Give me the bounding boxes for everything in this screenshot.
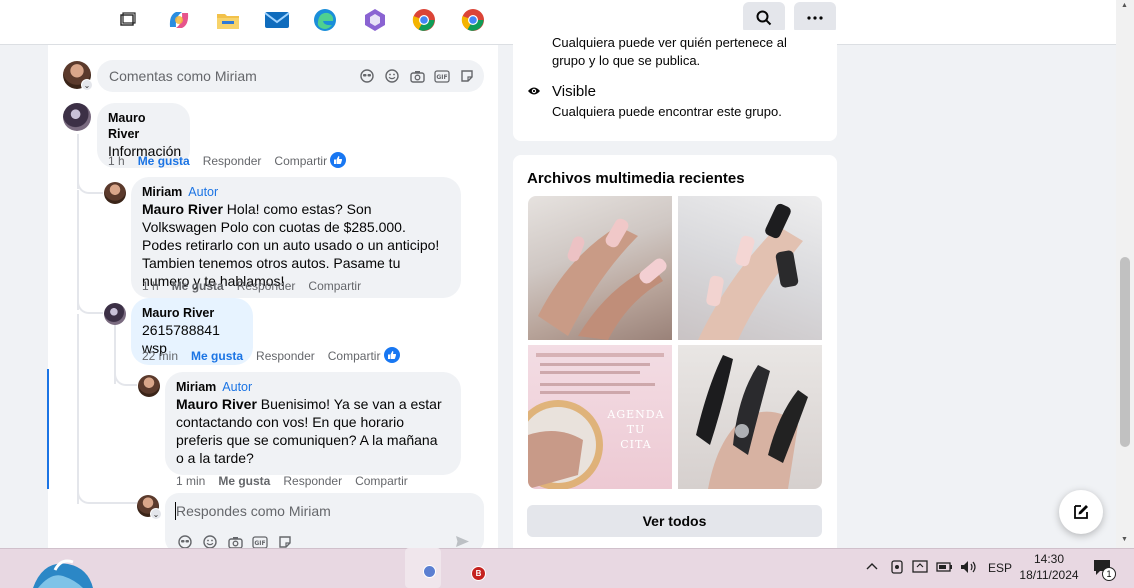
agenda-text: AGENDA TU CITA — [607, 408, 665, 451]
private-description: Cualquiera puede ver quién pertenece al … — [552, 35, 787, 68]
page-scrollbar[interactable]: ▲ ▼ — [1116, 0, 1134, 548]
language-indicator[interactable]: ESP — [988, 561, 1012, 575]
avatar[interactable] — [63, 103, 91, 131]
comment-time[interactable]: 1 h — [142, 279, 159, 293]
avatar-sticker-icon[interactable] — [359, 68, 375, 84]
clock-time: 14:30 — [1033, 552, 1065, 566]
media-title: Archivos multimedia recientes — [527, 170, 745, 187]
media-thumbnail[interactable] — [678, 196, 822, 340]
microsoft-365-icon[interactable] — [362, 8, 388, 32]
search-icon — [756, 10, 772, 26]
gif-icon[interactable]: GIF — [434, 68, 450, 84]
scroll-down-icon[interactable]: ▼ — [1121, 536, 1128, 543]
media-thumbnail[interactable] — [678, 345, 822, 489]
like-button[interactable]: Me gusta — [191, 349, 243, 363]
like-reaction-icon[interactable] — [330, 152, 346, 168]
meet-now-icon[interactable] — [890, 560, 904, 577]
new-message-button[interactable] — [1059, 490, 1103, 534]
comment-author[interactable]: Mauro River — [142, 305, 241, 321]
clock-date: 18/11/2024 — [1019, 568, 1079, 582]
author-badge: Autor — [188, 185, 219, 199]
media-thumbnail[interactable]: AGENDA TU CITA — [528, 345, 672, 489]
scrollbar-thumb[interactable] — [1120, 257, 1130, 447]
profile-badge: B — [471, 566, 486, 581]
reply-placeholder: Respondes como Miriam — [176, 503, 331, 519]
reply-button[interactable]: Responder — [237, 279, 296, 293]
mail-icon[interactable] — [264, 8, 290, 32]
svg-text:GIF: GIF — [436, 74, 447, 81]
thread-connector — [77, 290, 103, 314]
volume-icon[interactable] — [960, 560, 978, 577]
comment-time[interactable]: 22 min — [142, 349, 178, 363]
avatar[interactable] — [138, 375, 160, 397]
see-all-button[interactable]: Ver todos — [527, 505, 822, 537]
like-button[interactable]: Me gusta — [172, 279, 224, 293]
share-button[interactable]: Compartir — [308, 279, 361, 293]
comment-actions: 22 min Me gusta Responder Compartir — [142, 349, 380, 363]
mention-link[interactable]: Mauro River — [176, 396, 257, 412]
avatar[interactable] — [104, 182, 126, 204]
sticker-icon[interactable] — [459, 68, 475, 84]
media-thumbnail[interactable] — [528, 196, 672, 340]
task-view-icon[interactable] — [116, 8, 142, 32]
comment-author[interactable]: Miriam — [142, 185, 182, 199]
comment-actions: 1 h Me gusta Responder Compartir — [142, 279, 361, 293]
share-button[interactable]: Compartir — [355, 474, 408, 488]
comment-actions: 1 h Me gusta Responder Compartir — [108, 154, 327, 168]
like-button[interactable]: Me gusta — [218, 474, 270, 488]
composer-toolbar: GIF — [359, 68, 475, 84]
comment-placeholder: Comentas como Miriam — [109, 68, 257, 84]
file-explorer-icon[interactable] — [215, 8, 241, 32]
comment-time[interactable]: 1 min — [176, 474, 205, 488]
text-cursor — [175, 502, 176, 520]
like-reaction-icon[interactable] — [384, 347, 400, 363]
share-button[interactable]: Compartir — [274, 154, 327, 168]
edge-icon[interactable] — [312, 8, 338, 32]
visibility-title: Visible — [552, 83, 596, 100]
notification-count: 1 — [1102, 567, 1116, 581]
widgets-weather-icon[interactable] — [33, 550, 101, 588]
thread-connector — [77, 484, 137, 504]
chrome-profile-icon[interactable] — [460, 8, 486, 32]
visibility-description: Cualquiera puede encontrar este grupo. — [552, 104, 782, 119]
clock[interactable]: 14:30 18/11/2024 — [1018, 551, 1080, 583]
more-horizontal-icon — [807, 16, 823, 20]
scroll-up-icon[interactable]: ▲ — [1121, 2, 1128, 9]
like-button[interactable]: Me gusta — [138, 154, 190, 168]
comment-author[interactable]: Mauro River — [108, 110, 178, 142]
chevron-up-icon[interactable] — [866, 559, 878, 573]
comment-time[interactable]: 1 h — [108, 154, 125, 168]
comment-bubble: Miriam Autor Mauro River Buenisimo! Ya se… — [165, 372, 461, 475]
emoji-icon[interactable] — [384, 68, 400, 84]
chevron-down-icon[interactable]: ⌄ — [81, 79, 93, 91]
device-sync-icon[interactable] — [912, 559, 928, 578]
comment-actions: 1 min Me gusta Responder Compartir — [176, 474, 408, 488]
avatar — [423, 565, 436, 578]
copilot-icon[interactable] — [166, 8, 192, 32]
reply-button[interactable]: Responder — [256, 349, 315, 363]
eye-icon — [527, 84, 541, 102]
compose-icon — [1074, 505, 1088, 519]
author-badge: Autor — [222, 380, 253, 394]
avatar[interactable] — [104, 303, 126, 325]
reply-button[interactable]: Responder — [203, 154, 262, 168]
thread-highlight-bar — [47, 369, 49, 489]
thread-line — [77, 314, 79, 504]
svg-text:GIF: GIF — [254, 540, 265, 547]
chrome-icon[interactable] — [411, 8, 437, 32]
battery-plug-icon[interactable] — [936, 561, 954, 576]
comment-author[interactable]: Miriam — [176, 380, 216, 394]
share-button[interactable]: Compartir — [328, 349, 381, 363]
reply-button[interactable]: Responder — [283, 474, 342, 488]
thread-connector — [114, 364, 137, 386]
mention-link[interactable]: Mauro River — [142, 201, 223, 217]
chevron-down-icon[interactable]: ⌄ — [150, 508, 162, 520]
camera-icon[interactable] — [409, 68, 425, 84]
